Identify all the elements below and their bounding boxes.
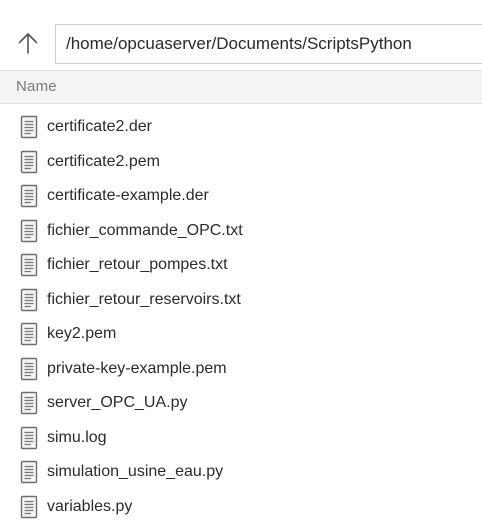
file-name: key2.pem	[47, 325, 117, 343]
text-file-icon	[20, 254, 38, 277]
text-file-icon	[20, 288, 38, 311]
text-file-icon	[20, 426, 38, 449]
arrow-up-icon	[18, 33, 38, 54]
text-file-icon	[20, 495, 38, 518]
file-item[interactable]: fichier_retour_pompes.txt	[0, 248, 482, 283]
name-column-header[interactable]: Name	[16, 78, 57, 95]
file-name: fichier_commande_OPC.txt	[47, 221, 243, 239]
file-item[interactable]: certificate2.pem	[0, 145, 482, 180]
file-name: private-key-example.pem	[47, 359, 227, 377]
column-header-row: Name	[0, 70, 482, 104]
text-file-icon	[20, 461, 38, 484]
file-item[interactable]: key2.pem	[0, 317, 482, 352]
file-item[interactable]: private-key-example.pem	[0, 352, 482, 387]
text-file-icon	[20, 392, 38, 415]
file-name: fichier_retour_pompes.txt	[47, 256, 228, 274]
file-name: server_OPC_UA.py	[47, 394, 188, 412]
file-name: simulation_usine_eau.py	[47, 463, 224, 481]
file-name: certificate-example.der	[47, 187, 209, 205]
file-name: simu.log	[47, 428, 107, 446]
file-item[interactable]: server_OPC_UA.py	[0, 386, 482, 421]
file-name: certificate2.der	[47, 118, 152, 136]
file-name: certificate2.pem	[47, 152, 160, 170]
file-name: variables.py	[47, 497, 133, 515]
text-file-icon	[20, 357, 38, 380]
file-item[interactable]: simu.log	[0, 421, 482, 456]
up-directory-button[interactable]	[10, 25, 46, 61]
file-item[interactable]: certificate-example.der	[0, 179, 482, 214]
text-file-icon	[20, 116, 38, 139]
text-file-icon	[20, 323, 38, 346]
file-item[interactable]: certificate2.der	[0, 110, 482, 145]
text-file-icon	[20, 219, 38, 242]
file-item[interactable]: fichier_retour_reservoirs.txt	[0, 283, 482, 318]
path-input[interactable]: /home/opcuaserver/Documents/ScriptsPytho…	[55, 24, 482, 64]
file-name: fichier_retour_reservoirs.txt	[47, 290, 241, 308]
text-file-icon	[20, 185, 38, 208]
file-item[interactable]: variables.py	[0, 490, 482, 525]
file-list: certificate2.der certificate2.pem certific…	[0, 110, 482, 524]
file-item[interactable]: simulation_usine_eau.py	[0, 455, 482, 490]
text-file-icon	[20, 150, 38, 173]
file-item[interactable]: fichier_commande_OPC.txt	[0, 214, 482, 249]
